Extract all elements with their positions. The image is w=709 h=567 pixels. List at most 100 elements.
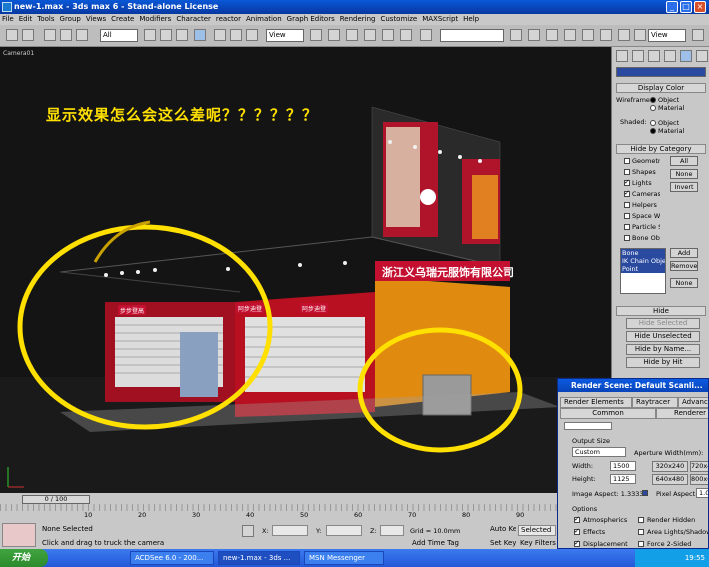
menu-reactor[interactable]: reactor: [216, 15, 241, 23]
minimize-button[interactable]: _: [666, 1, 678, 13]
category-invert-button[interactable]: Invert: [670, 182, 698, 192]
hide-rollout[interactable]: Hide: [616, 306, 706, 316]
clock[interactable]: 19:55: [685, 554, 705, 562]
menu-help[interactable]: Help: [463, 15, 479, 23]
rotate-icon[interactable]: [230, 29, 242, 41]
spinner-snap-icon[interactable]: [400, 29, 412, 41]
tab-raytracer[interactable]: Raytracer: [632, 397, 678, 408]
category-none-button[interactable]: None: [670, 169, 698, 179]
category-checkbox[interactable]: [624, 224, 630, 230]
wireframe-object-radio[interactable]: [650, 97, 656, 103]
maximize-button[interactable]: □: [680, 1, 692, 13]
select-region-icon[interactable]: [176, 29, 188, 41]
menu-tools[interactable]: Tools: [37, 15, 54, 23]
viewport-label[interactable]: Camera01: [3, 50, 34, 57]
force-2-sided-checkbox[interactable]: [638, 541, 644, 547]
list-none-button[interactable]: None: [670, 278, 698, 288]
tab-render-elements[interactable]: Render Elements: [560, 397, 632, 408]
title-bar[interactable]: new-1.max - 3ds max 6 - Stand-alone Lice…: [0, 0, 709, 14]
redo-icon[interactable]: [22, 29, 34, 41]
mirror-icon[interactable]: [510, 29, 522, 41]
list-item[interactable]: IK Chain Object: [621, 257, 665, 265]
menu-file[interactable]: File: [2, 15, 14, 23]
utilities-tab-icon[interactable]: [696, 50, 708, 62]
schematic-view-icon[interactable]: [582, 29, 594, 41]
time-slider[interactable]: 0 / 100: [22, 495, 90, 504]
track-bar[interactable]: [0, 504, 611, 511]
hide-by-hit-button[interactable]: Hide by Hit: [626, 357, 700, 368]
object-name-field[interactable]: [616, 67, 706, 77]
x-coordinate-field[interactable]: [272, 525, 308, 536]
display-color-rollout[interactable]: Display Color: [616, 83, 706, 93]
camera-viewport[interactable]: 浙江义乌瑞元服饰有限公司 步步登高 阿步迪登 阿步迪登 Camera01 显示效…: [0, 47, 611, 493]
category-list[interactable]: Bone IK Chain Object Point: [620, 248, 666, 294]
start-button[interactable]: 开始: [0, 549, 48, 567]
shaded-material-radio[interactable]: [650, 128, 656, 134]
tab-common[interactable]: Common: [560, 408, 656, 419]
menu-modifiers[interactable]: Modifiers: [139, 15, 171, 23]
display-tab-icon[interactable]: [680, 50, 692, 62]
shaded-object-radio[interactable]: [650, 120, 656, 126]
selection-filter-select[interactable]: All: [100, 29, 138, 42]
timeline[interactable]: 0 / 100: [0, 493, 611, 511]
maxscript-listener[interactable]: [2, 523, 36, 547]
category-checkbox[interactable]: [624, 235, 630, 241]
menu-group[interactable]: Group: [60, 15, 81, 23]
render-output-field[interactable]: [564, 422, 612, 430]
window-crossing-icon[interactable]: [194, 29, 206, 41]
render-scene-icon[interactable]: [618, 29, 630, 41]
create-tab-icon[interactable]: [616, 50, 628, 62]
menu-customize[interactable]: Customize: [380, 15, 417, 23]
reference-coordinate-select[interactable]: View: [266, 29, 304, 42]
hide-by-category-rollout[interactable]: Hide by Category: [616, 144, 706, 154]
menu-graph-editors[interactable]: Graph Editors: [287, 15, 335, 23]
width-input[interactable]: 1500: [610, 461, 636, 471]
taskbar-item-msn[interactable]: MSN Messenger: [304, 551, 384, 565]
key-mode-select[interactable]: Selected: [518, 525, 556, 536]
preset-720x486-button[interactable]: 720x486: [690, 461, 708, 472]
layer-manager-icon[interactable]: [546, 29, 558, 41]
hide-selected-button[interactable]: Hide Selected: [626, 318, 700, 329]
add-button[interactable]: Add: [670, 248, 698, 258]
height-input[interactable]: 1125: [610, 474, 636, 484]
select-by-name-icon[interactable]: [160, 29, 172, 41]
unlink-icon[interactable]: [60, 29, 72, 41]
scale-icon[interactable]: [246, 29, 258, 41]
motion-tab-icon[interactable]: [664, 50, 676, 62]
tab-renderer[interactable]: Renderer: [656, 408, 708, 419]
menu-edit[interactable]: Edit: [19, 15, 33, 23]
angle-snap-icon[interactable]: [364, 29, 376, 41]
select-manipulate-icon[interactable]: [328, 29, 340, 41]
category-checkbox[interactable]: [624, 213, 630, 219]
taskbar-item-acdsee[interactable]: ACDSee 6.0 - 200...: [130, 551, 214, 565]
move-icon[interactable]: [214, 29, 226, 41]
aspect-lock-icon[interactable]: [642, 490, 648, 496]
hide-by-name-button[interactable]: Hide by Name...: [626, 344, 700, 355]
preset-320x240-button[interactable]: 320x240: [652, 461, 688, 472]
undo-icon[interactable]: [6, 29, 18, 41]
y-coordinate-field[interactable]: [326, 525, 362, 536]
snap-icon[interactable]: [346, 29, 358, 41]
modify-tab-icon[interactable]: [632, 50, 644, 62]
render-last-icon[interactable]: [692, 29, 704, 41]
bind-space-warp-icon[interactable]: [76, 29, 88, 41]
align-icon[interactable]: [528, 29, 540, 41]
edit-named-selection-icon[interactable]: [420, 29, 432, 41]
curve-editor-icon[interactable]: [564, 29, 576, 41]
category-checkbox[interactable]: [624, 169, 630, 175]
category-checkbox[interactable]: [624, 158, 630, 164]
auto-key-button[interactable]: Auto Key: [488, 525, 516, 536]
category-checkbox[interactable]: [624, 202, 630, 208]
pivot-icon[interactable]: [310, 29, 322, 41]
render-type-select[interactable]: View: [648, 29, 686, 42]
render-dialog-title[interactable]: Render Scene: Default Scanli...: [558, 379, 708, 392]
preset-640x480-button[interactable]: 640x480: [652, 474, 688, 485]
remove-button[interactable]: Remove: [670, 261, 698, 271]
preset-800x600-button[interactable]: 800x600: [690, 474, 708, 485]
list-item[interactable]: Point: [621, 265, 665, 273]
menu-character[interactable]: Character: [176, 15, 211, 23]
select-object-icon[interactable]: [144, 29, 156, 41]
tab-advanced-lighting[interactable]: Advanced Lighting: [678, 397, 708, 408]
z-coordinate-field[interactable]: [380, 525, 404, 536]
quick-render-icon[interactable]: [634, 29, 646, 41]
